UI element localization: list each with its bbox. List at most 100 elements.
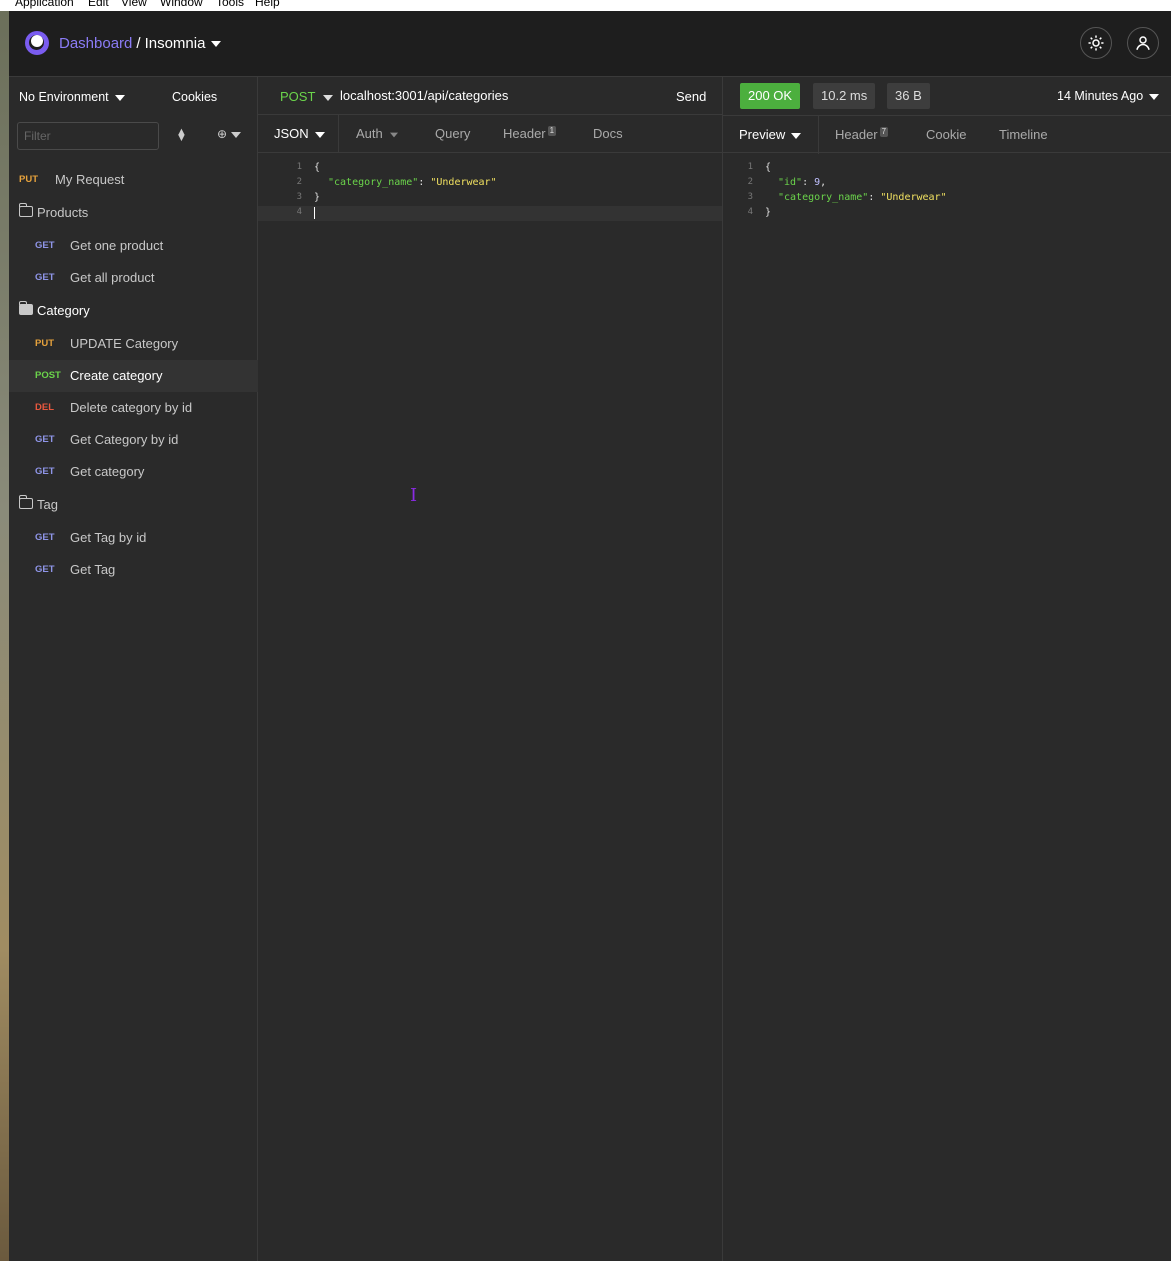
breadcrumb-dashboard[interactable]: Dashboard (59, 35, 132, 52)
tab-label: Header (835, 127, 878, 142)
ibeam-cursor-icon: I (410, 485, 418, 506)
folder-name: Tag (37, 497, 58, 512)
tab-label: Auth (356, 126, 383, 141)
menu-tools[interactable]: Tools (216, 0, 244, 9)
request-name: Get Category by id (70, 432, 179, 447)
sidebar-item-get-category[interactable]: GET Get category (9, 456, 258, 488)
code-line: 2 "category_name": "Underwear" (258, 176, 722, 191)
tab-divider (818, 116, 819, 154)
send-button[interactable]: Send (676, 89, 706, 104)
environment-label: No Environment (19, 90, 109, 104)
folder-name: Products (37, 205, 89, 220)
count-badge: 1 (547, 126, 557, 136)
folder-products[interactable]: Products (9, 196, 258, 230)
folder-category[interactable]: Category (9, 294, 258, 328)
method-badge: GET (35, 434, 55, 445)
request-name: Get category (70, 464, 145, 479)
brace: { (765, 162, 772, 173)
sort-icon[interactable]: ▲ ▼ (176, 127, 187, 144)
tab-body[interactable]: JSON (274, 126, 325, 141)
method-badge: PUT (35, 338, 54, 349)
sidebar-item-delete-category[interactable]: DEL Delete category by id (9, 392, 258, 424)
line-number: 2 (296, 177, 302, 187)
tab-query[interactable]: Query (435, 126, 470, 141)
cookies-button[interactable]: Cookies (172, 90, 217, 104)
top-bar: Dashboard / Insomnia (9, 11, 1171, 77)
json-key: "category_name" (328, 177, 419, 188)
code-line-current: 4 (258, 206, 722, 221)
line-number: 1 (747, 162, 753, 172)
response-pane: 200 OK 10.2 ms 36 B 14 Minutes Ago Previ… (723, 77, 1171, 1261)
json-value: "Underwear" (430, 177, 497, 188)
user-icon (1136, 36, 1150, 50)
code-text (314, 207, 315, 219)
code-line: 4} (723, 206, 1171, 221)
code-text: "id": 9, (778, 177, 827, 188)
sidebar-item-get-one-product[interactable]: GET Get one product (9, 230, 258, 262)
menu-window[interactable]: Window (160, 0, 203, 9)
breadcrumb-separator: / (136, 35, 141, 52)
json-key: "id" (778, 177, 803, 188)
tab-timeline[interactable]: Timeline (999, 127, 1048, 142)
method-badge: DEL (35, 402, 54, 413)
request-name: Create category (70, 368, 163, 383)
sidebar-item-get-all-product[interactable]: GET Get all product (9, 262, 258, 294)
menu-edit[interactable]: Edit (88, 0, 109, 9)
chevron-down-icon[interactable] (211, 41, 222, 48)
settings-button[interactable] (1080, 27, 1112, 59)
sidebar-item-get-tag-by-id[interactable]: GET Get Tag by id (9, 522, 258, 554)
method-badge: GET (35, 532, 55, 543)
menu-help[interactable]: Help (255, 0, 280, 9)
url-input[interactable]: localhost:3001/api/categories (340, 88, 508, 103)
method-selector[interactable]: POST (280, 89, 334, 104)
tab-label: Preview (739, 127, 786, 142)
history-dropdown[interactable]: 14 Minutes Ago (1057, 89, 1160, 103)
sidebar-item-get-category-by-id[interactable]: GET Get Category by id (9, 424, 258, 456)
json-key: "category_name" (778, 192, 869, 203)
url-bar: POST localhost:3001/api/categories Send (258, 77, 723, 115)
method-badge: POST (35, 370, 61, 381)
chevron-down-icon (314, 131, 325, 138)
request-name: UPDATE Category (70, 336, 179, 351)
sidebar-item-create-category[interactable]: POST Create category (9, 360, 258, 392)
filter-input[interactable] (17, 122, 159, 150)
request-name: Get all product (70, 270, 155, 285)
folder-tag[interactable]: Tag (9, 488, 258, 522)
code-text: { (765, 162, 771, 173)
menu-view[interactable]: View (121, 0, 147, 9)
account-button[interactable] (1127, 27, 1159, 59)
response-body-viewer: 1{ 2 "id": 9, 3 "category_name": "Underwea… (723, 161, 1171, 221)
method-badge: GET (35, 272, 55, 283)
tab-response-header[interactable]: Header 7 (835, 127, 889, 142)
menu-application[interactable]: Application (15, 0, 74, 9)
request-pane: POST localhost:3001/api/categories Send … (258, 77, 723, 1261)
sidebar-item-my-request[interactable]: PUT My Request (9, 164, 258, 196)
tab-auth[interactable]: Auth (356, 126, 399, 141)
sidebar-env-row: No Environment Cookies (9, 77, 258, 115)
environment-selector[interactable]: No Environment (19, 90, 125, 104)
method-label: POST (280, 89, 316, 104)
folder-open-icon (19, 301, 33, 315)
sidebar-item-get-tag[interactable]: GET Get Tag (9, 554, 258, 586)
tab-preview[interactable]: Preview (739, 127, 802, 142)
line-number: 4 (747, 207, 753, 217)
brace: { (314, 162, 321, 173)
request-name: My Request (55, 172, 125, 187)
code-line: 3 "category_name": "Underwear" (723, 191, 1171, 206)
tab-header[interactable]: Header 1 (503, 126, 557, 141)
insomnia-window: Dashboard / Insomnia No Environment Cookie… (9, 11, 1171, 1261)
chevron-down-icon (389, 132, 398, 137)
request-body-editor[interactable]: 1{ 2 "category_name": "Underwear" 3} 4 (258, 161, 722, 221)
tab-docs[interactable]: Docs (593, 126, 623, 141)
text-caret (314, 207, 315, 219)
response-tabs: Preview Header 7 Cookie Timeline (723, 115, 1171, 154)
tab-label: JSON (274, 126, 309, 141)
sidebar-item-update-category[interactable]: PUT UPDATE Category (9, 328, 258, 360)
tab-cookie[interactable]: Cookie (926, 127, 966, 142)
add-item-button[interactable]: ⊕ (217, 127, 242, 141)
chevron-down-icon (231, 131, 242, 138)
breadcrumb-project[interactable]: Insomnia (145, 35, 206, 52)
code-text: "category_name": "Underwear" (328, 177, 497, 188)
chevron-down-icon (1149, 93, 1160, 100)
request-name: Get one product (70, 238, 164, 253)
